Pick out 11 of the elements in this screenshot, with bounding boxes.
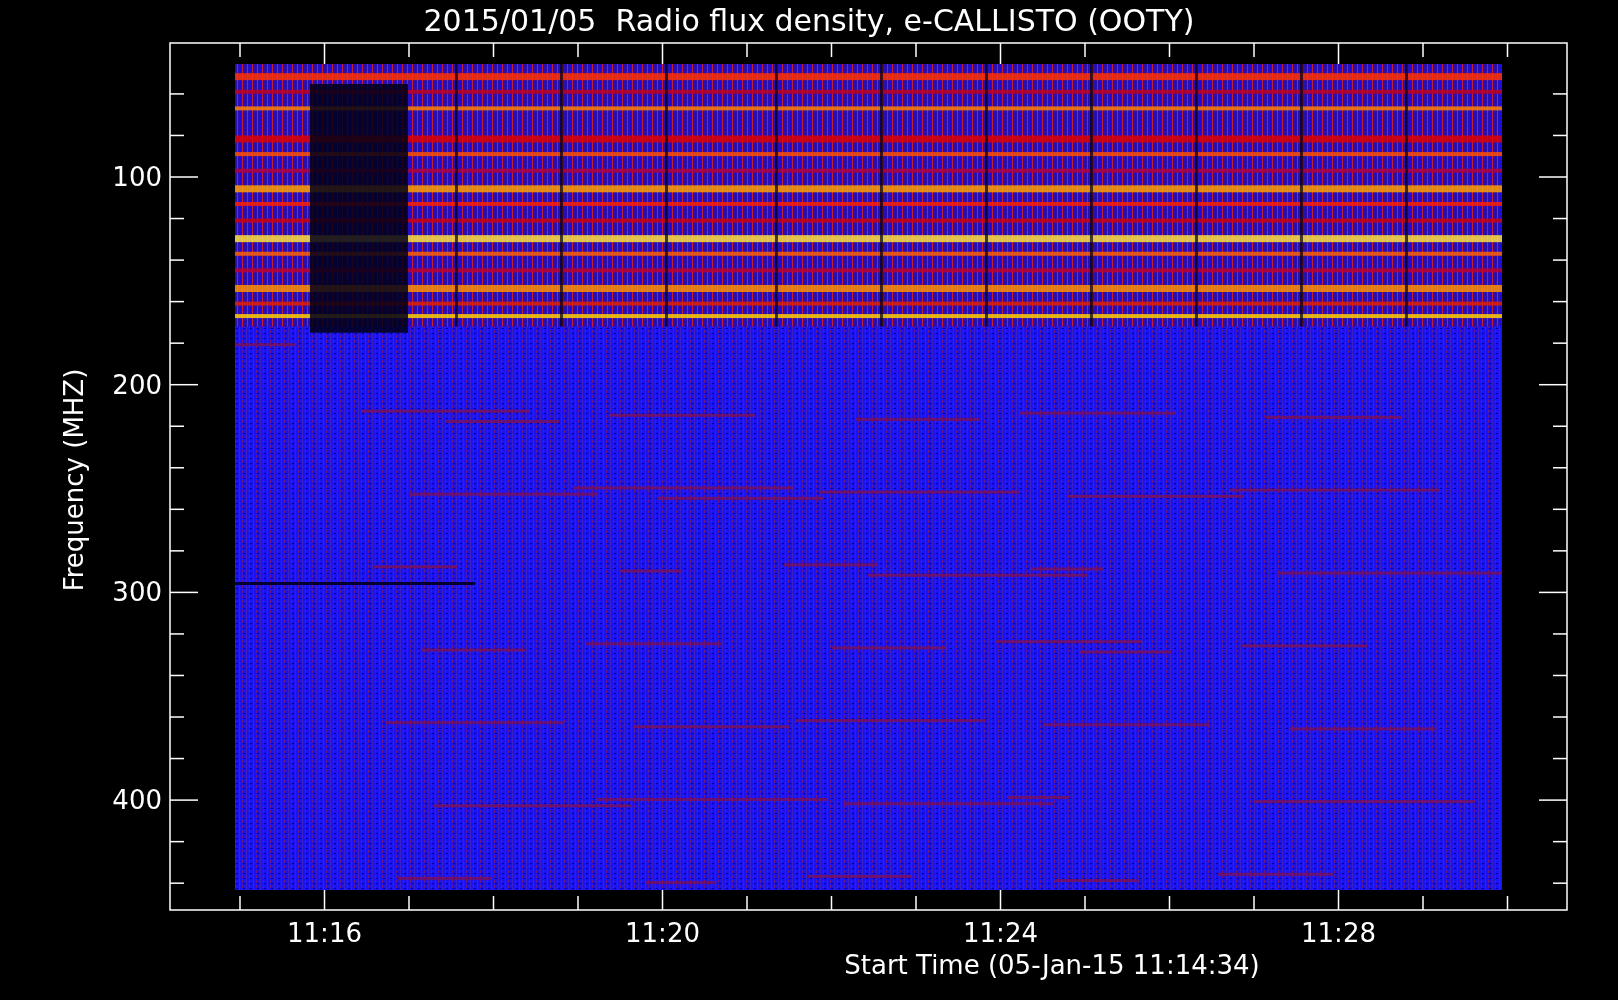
tick-label: 11:20 (624, 918, 701, 948)
tick-label: 400 (111, 785, 162, 816)
tick-label: 11:28 (1300, 918, 1377, 948)
tick-label: 100 (111, 162, 162, 192)
axis-label: Frequency (MHZ) (59, 367, 89, 594)
tick-label: 11:24 (962, 918, 1039, 948)
tick-label: 11:16 (286, 918, 363, 948)
tick-label: 300 (111, 577, 162, 608)
plot-title: 2015/01/05 Radio flux density, e-CALLISTO (OOTY) (422, 2, 1196, 40)
axis-label: Start Time (05-Jan-15 11:14:34) (843, 950, 1261, 980)
tick-label: 200 (111, 369, 162, 400)
